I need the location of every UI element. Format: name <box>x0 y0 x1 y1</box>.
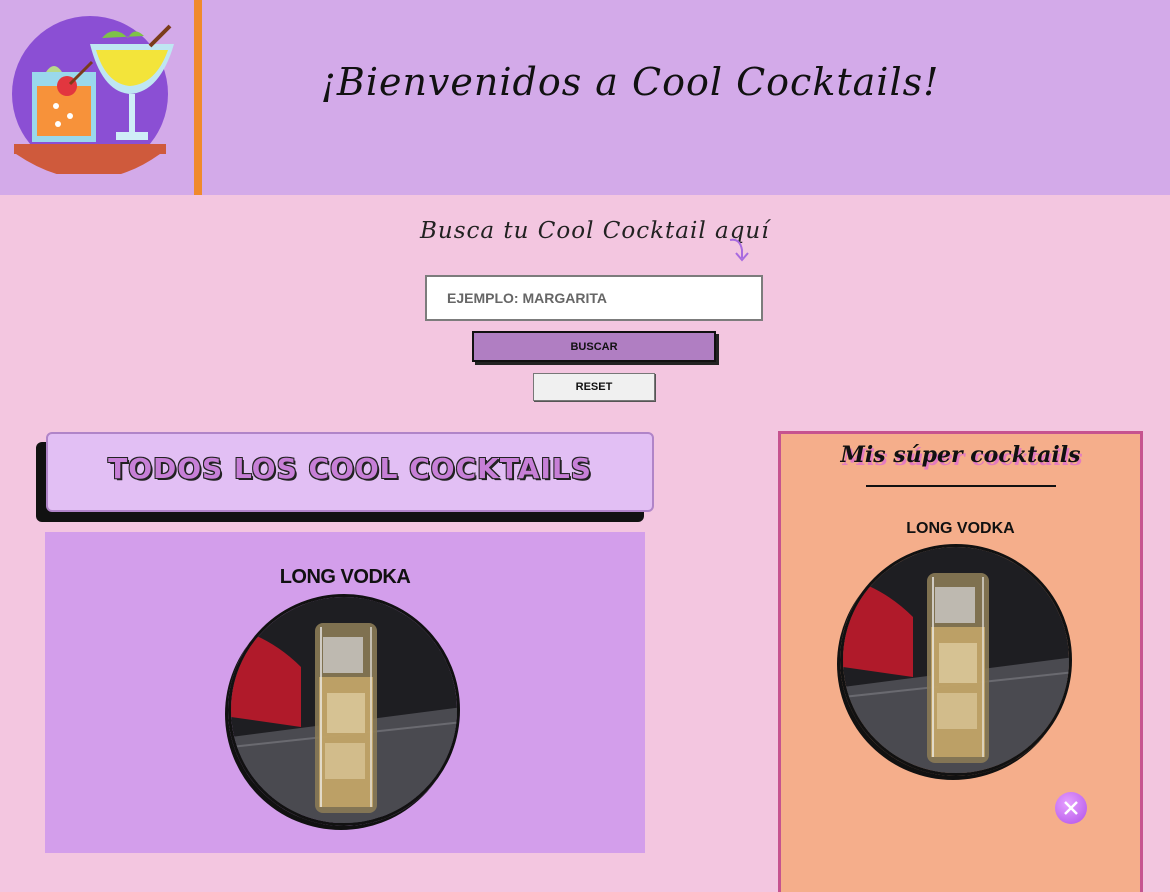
header: ¡Bienvenidos a Cool Cocktails! <box>0 0 1170 195</box>
cocktail-image[interactable] <box>228 594 460 826</box>
curved-arrow-icon <box>726 236 752 264</box>
favorites-title: Mis súper cocktails <box>840 442 1081 468</box>
search-prompt: Busca tu Cool Cocktail aquí <box>420 218 770 244</box>
reset-button[interactable]: RESET <box>533 373 655 401</box>
favorite-cocktail-name: LONG VODKA <box>906 520 1015 537</box>
cocktail-name: LONG VODKA <box>279 566 411 588</box>
all-cocktails-title: TODOS LOS COOL COCKTAILS <box>108 452 592 485</box>
cocktails-logo-icon <box>10 14 180 179</box>
header-accent-bar <box>194 0 202 195</box>
favorite-cocktail-image[interactable] <box>840 544 1072 776</box>
cocktail-card[interactable]: LONG VODKA <box>45 532 645 853</box>
search-button[interactable]: BUSCAR <box>472 331 716 362</box>
page-title: ¡Bienvenidos a Cool Cocktails! <box>320 60 940 104</box>
search-input[interactable] <box>425 275 763 321</box>
favorites-title-underline <box>866 485 1056 487</box>
favorites-panel: Mis súper cocktails LONG VODKA <box>778 431 1143 892</box>
all-cocktails-header: TODOS LOS COOL COCKTAILS <box>46 432 654 512</box>
remove-favorite-close-icon[interactable] <box>1055 792 1087 824</box>
